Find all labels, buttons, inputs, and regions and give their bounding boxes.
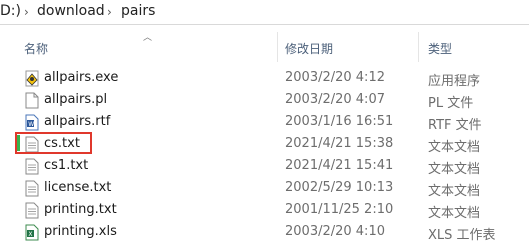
file-modified: 2003/2/20 4:07 xyxy=(285,92,385,107)
svg-text:W: W xyxy=(28,121,34,128)
file-row[interactable]: license.txt 2002/5/29 10:13 文本文档 xyxy=(0,178,529,199)
excel-icon: X xyxy=(25,224,39,241)
column-name[interactable]: 名称 xyxy=(24,40,48,57)
breadcrumb-pairs[interactable]: pairs xyxy=(121,3,155,19)
file-name: allpairs.pl xyxy=(44,92,108,107)
file-modified: 2021/4/21 15:38 xyxy=(285,136,394,151)
breadcrumb-drive[interactable]: D:) xyxy=(0,3,21,19)
chevron-right-icon: › xyxy=(107,5,112,19)
column-modified[interactable]: 修改日期 xyxy=(285,40,333,57)
file-row[interactable]: W allpairs.rtf 2003/1/16 16:51 RTF 文件 xyxy=(0,112,529,133)
selection-accent-bar xyxy=(17,135,20,151)
file-name: license.txt xyxy=(44,180,112,195)
file-modified: 2002/5/29 10:13 xyxy=(285,180,394,195)
column-header: 名称 修改日期 类型 xyxy=(0,28,529,64)
file-modified: 2003/2/20 4:10 xyxy=(285,224,385,239)
column-divider[interactable] xyxy=(418,32,419,62)
file-name: cs1.txt xyxy=(44,158,89,173)
file-name: printing.txt xyxy=(44,202,117,217)
file-row[interactable]: allpairs.exe 2003/2/20 4:12 应用程序 xyxy=(0,68,529,89)
file-name: allpairs.rtf xyxy=(44,114,111,129)
text-file-icon xyxy=(25,180,39,197)
file-type: 文本文档 xyxy=(428,184,481,199)
file-type: XLS 工作表 xyxy=(428,228,496,243)
file-icon xyxy=(25,92,39,109)
breadcrumb-download[interactable]: download xyxy=(37,3,105,19)
text-file-icon xyxy=(25,158,39,175)
column-divider[interactable] xyxy=(277,32,278,62)
file-modified: 2021/4/21 15:41 xyxy=(285,158,394,173)
file-row[interactable]: cs1.txt 2021/4/21 15:41 文本文档 xyxy=(0,156,529,177)
file-type: 应用程序 xyxy=(428,74,481,89)
chevron-right-icon: › xyxy=(24,5,29,19)
file-modified: 2003/1/16 16:51 xyxy=(285,114,394,129)
file-modified: 2003/2/20 4:12 xyxy=(285,70,385,85)
word-doc-icon: W xyxy=(25,114,39,131)
file-name: allpairs.exe xyxy=(44,70,119,85)
file-modified: 2001/11/25 2:10 xyxy=(285,202,394,217)
file-row[interactable]: X printing.xls 2003/2/20 4:10 XLS 工作表 xyxy=(0,222,529,243)
file-type: 文本文档 xyxy=(428,206,481,221)
file-type: PL 文件 xyxy=(428,96,474,111)
exe-icon xyxy=(25,70,39,87)
address-bar[interactable]: D:) › download › pairs xyxy=(0,0,529,25)
sort-up-icon: ︿ xyxy=(143,33,153,43)
file-type: RTF 文件 xyxy=(428,118,482,133)
file-type: 文本文档 xyxy=(428,162,481,177)
text-file-icon xyxy=(25,202,39,219)
svg-text:X: X xyxy=(28,231,32,238)
file-type: 文本文档 xyxy=(428,140,481,155)
red-highlight-box xyxy=(15,132,92,154)
column-type[interactable]: 类型 xyxy=(428,40,452,57)
file-row[interactable]: allpairs.pl 2003/2/20 4:07 PL 文件 xyxy=(0,90,529,111)
file-name: printing.xls xyxy=(44,224,117,239)
file-row[interactable]: printing.txt 2001/11/25 2:10 文本文档 xyxy=(0,200,529,221)
